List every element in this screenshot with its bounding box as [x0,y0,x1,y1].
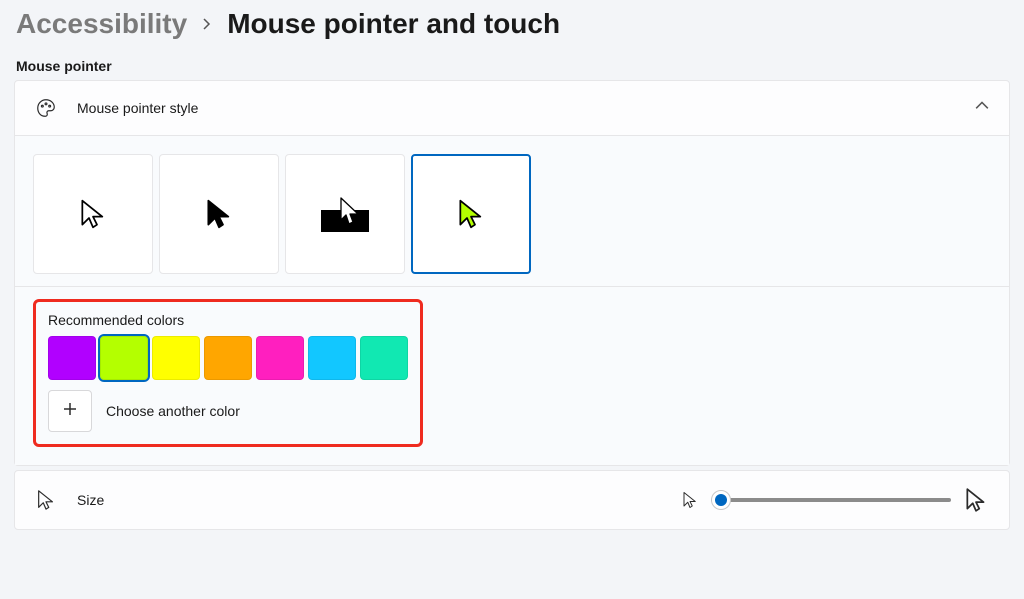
swatch-row [48,336,408,380]
swatch-4[interactable] [256,336,304,380]
pointer-style-black[interactable] [159,154,279,274]
pointer-style-options [15,135,1009,286]
palette-icon [35,97,57,119]
swatch-2[interactable] [152,336,200,380]
breadcrumb: Accessibility Mouse pointer and touch [0,0,1024,58]
pointer-style-custom[interactable] [411,154,531,274]
choose-another-button[interactable] [48,390,92,432]
size-slider[interactable] [711,490,951,510]
cursor-custom-icon [455,198,487,230]
slider-thumb[interactable] [711,490,731,510]
breadcrumb-parent[interactable]: Accessibility [16,8,187,40]
pointer-color-section: Recommended colors Choose another color [15,286,1009,465]
swatch-0[interactable] [48,336,96,380]
choose-another-label: Choose another color [106,403,240,419]
swatch-5[interactable] [308,336,356,380]
choose-another-row: Choose another color [48,390,408,432]
chevron-up-icon[interactable] [975,99,989,118]
pointer-size-card: Size [14,470,1010,530]
swatch-3[interactable] [204,336,252,380]
pointer-style-inverted[interactable] [285,154,405,274]
swatch-1[interactable] [100,336,148,380]
swatch-6[interactable] [360,336,408,380]
section-label: Mouse pointer [0,58,1024,80]
pointer-style-header[interactable]: Mouse pointer style [15,81,1009,135]
size-slider-group [681,487,989,513]
cursor-max-icon [963,487,989,513]
cursor-black-icon [203,198,235,230]
cursor-white-icon [77,198,109,230]
chevron-right-icon [201,14,213,35]
pointer-style-card: Mouse pointer style [14,80,1010,466]
pointer-style-title: Mouse pointer style [77,100,975,116]
cursor-small-icon [35,489,57,511]
plus-icon [62,401,78,422]
cursor-inverted-icon [313,190,377,238]
recommended-colors-title: Recommended colors [48,312,408,328]
cursor-min-icon [681,491,699,509]
size-label: Size [77,492,681,508]
pointer-style-white[interactable] [33,154,153,274]
recommended-colors-box: Recommended colors Choose another color [33,299,423,447]
page-title: Mouse pointer and touch [227,8,560,40]
